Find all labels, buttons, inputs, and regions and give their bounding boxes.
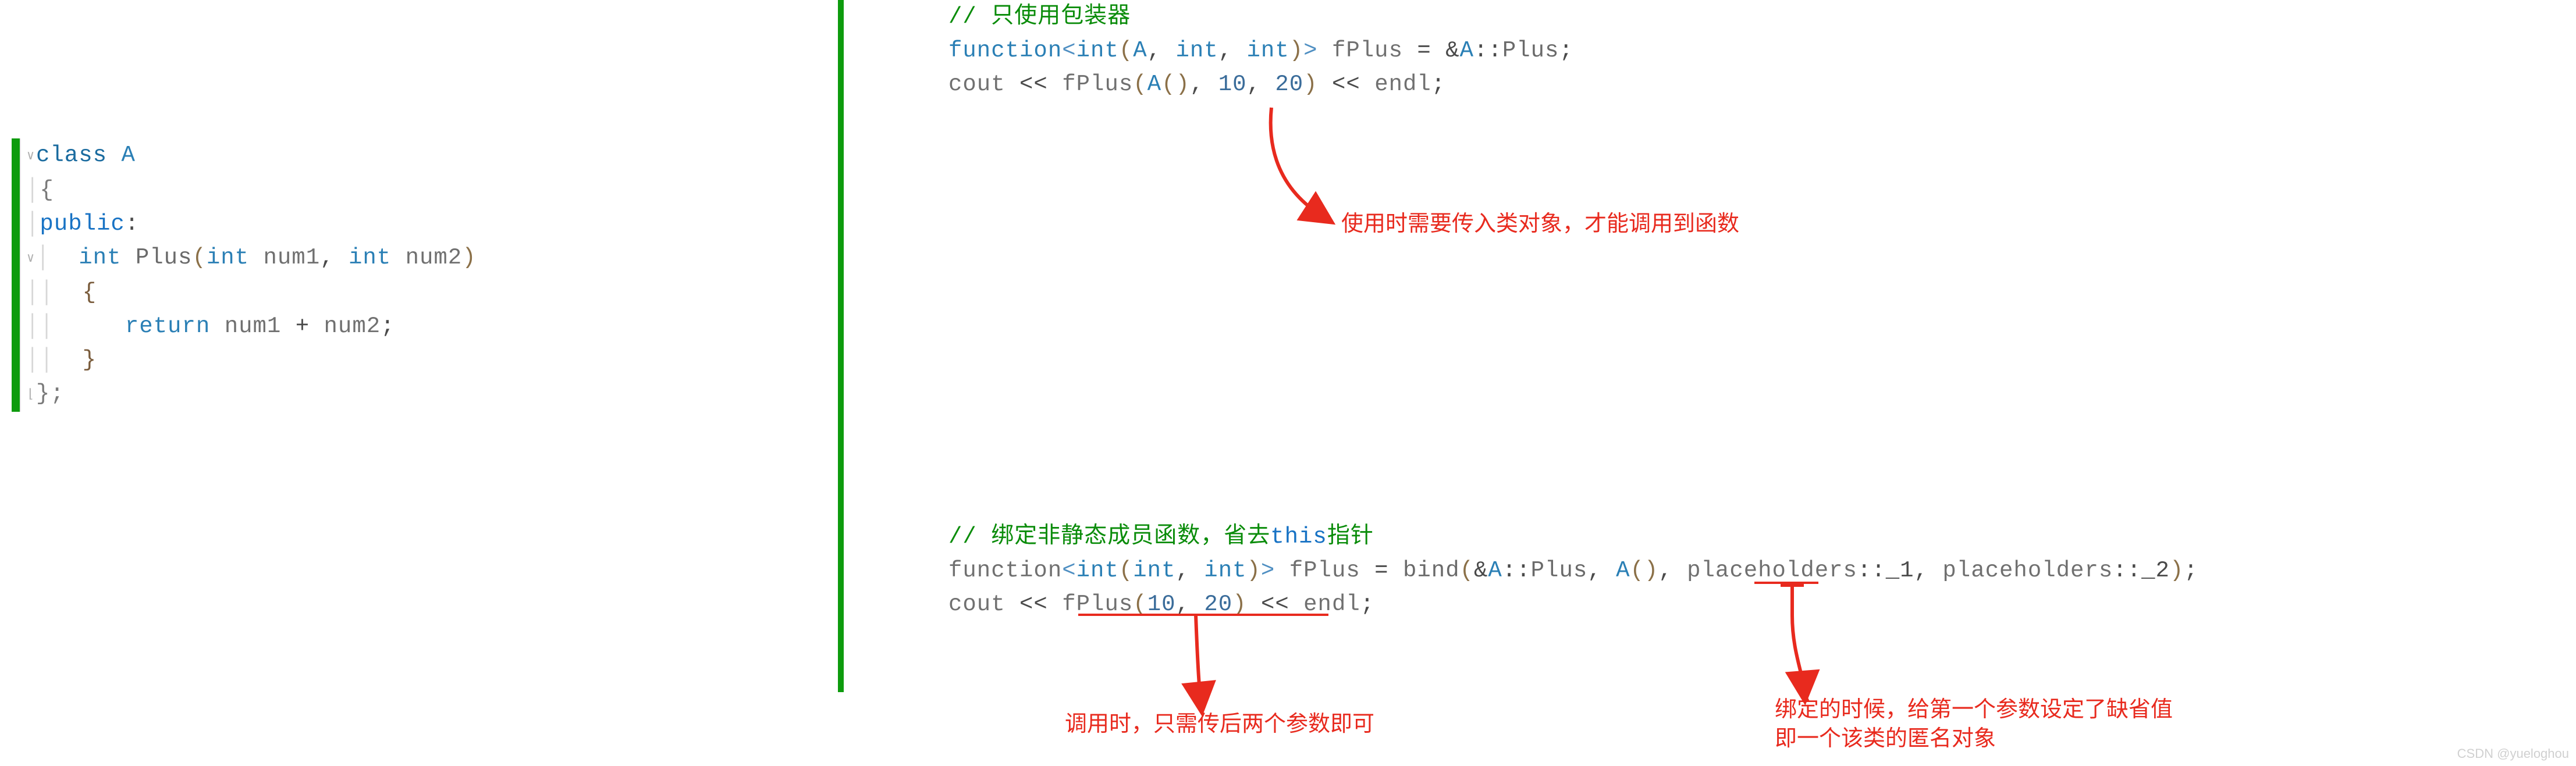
annotation-bind-default-l2: 即一个该类的匿名对象 xyxy=(1775,724,1996,753)
annotation-pass-object: 使用时需要传入类对象，才能调用到函数 xyxy=(1341,209,1739,238)
comment-wrapper-only: // 只使用包装器 xyxy=(948,0,2198,34)
class-close-brace: ⌊}; xyxy=(26,377,477,412)
right-green-bar xyxy=(838,0,844,692)
watermark: CSDN @yueloghou xyxy=(2457,746,2569,761)
arrow-from-bind-aobj xyxy=(1769,580,1862,697)
annotation-bind-default-l1: 绑定的时候，给第一个参数设定了缺省值 xyxy=(1775,695,2173,724)
function-wrapper-decl: function<int(A, int, int)> fPlus = &A::P… xyxy=(948,34,2198,67)
method-decl-line: ∨│ int Plus(int num1, int num2) xyxy=(26,241,477,276)
fold-icon[interactable]: ∨ xyxy=(26,242,36,276)
public-line: │public: xyxy=(26,207,477,241)
method-open-brace: ││ { xyxy=(26,276,477,309)
canvas: ∨class A │{ │public: ∨│ int Plus(int num… xyxy=(0,0,2576,766)
open-brace-line: │{ xyxy=(26,173,477,207)
return-line: ││ return num1 + num2; xyxy=(26,309,477,343)
arrow-from-call xyxy=(1172,612,1254,708)
spacer xyxy=(948,101,2198,520)
cout-bind-call: cout << fPlus(10, 20) << endl; xyxy=(948,587,2198,621)
fold-icon[interactable]: ∨ xyxy=(26,140,36,173)
kw-public: public xyxy=(40,211,125,237)
cout-wrapper-call: cout << fPlus(A(), 10, 20) << endl; xyxy=(948,67,2198,101)
bind-decl-line: function<int(int, int)> fPlus = bind(&A:… xyxy=(948,554,2198,587)
left-code: ∨class A │{ │public: ∨│ int Plus(int num… xyxy=(20,138,477,412)
right-code-panel: // 只使用包装器 function<int(A, int, int)> fPl… xyxy=(838,0,2576,698)
kw-return: return xyxy=(125,313,210,339)
comment-bind-nonstatic: // 绑定非静态成员函数，省去this指针 xyxy=(948,520,2198,554)
method-close-brace: ││ } xyxy=(26,343,477,377)
left-code-panel: ∨class A │{ │public: ∨│ int Plus(int num… xyxy=(12,138,477,412)
left-green-bar xyxy=(12,138,20,412)
arrow-from-aobj xyxy=(1251,102,1356,241)
annotation-call-two-args: 调用时，只需传后两个参数即可 xyxy=(1065,710,1374,739)
class-decl-line: ∨class A xyxy=(26,138,477,173)
class-name: A xyxy=(121,142,135,168)
kw-class: class xyxy=(36,142,107,168)
fold-end-icon: ⌊ xyxy=(26,378,36,412)
method-name: Plus xyxy=(136,245,193,270)
right-code: // 只使用包装器 function<int(A, int, int)> fPl… xyxy=(948,0,2198,621)
